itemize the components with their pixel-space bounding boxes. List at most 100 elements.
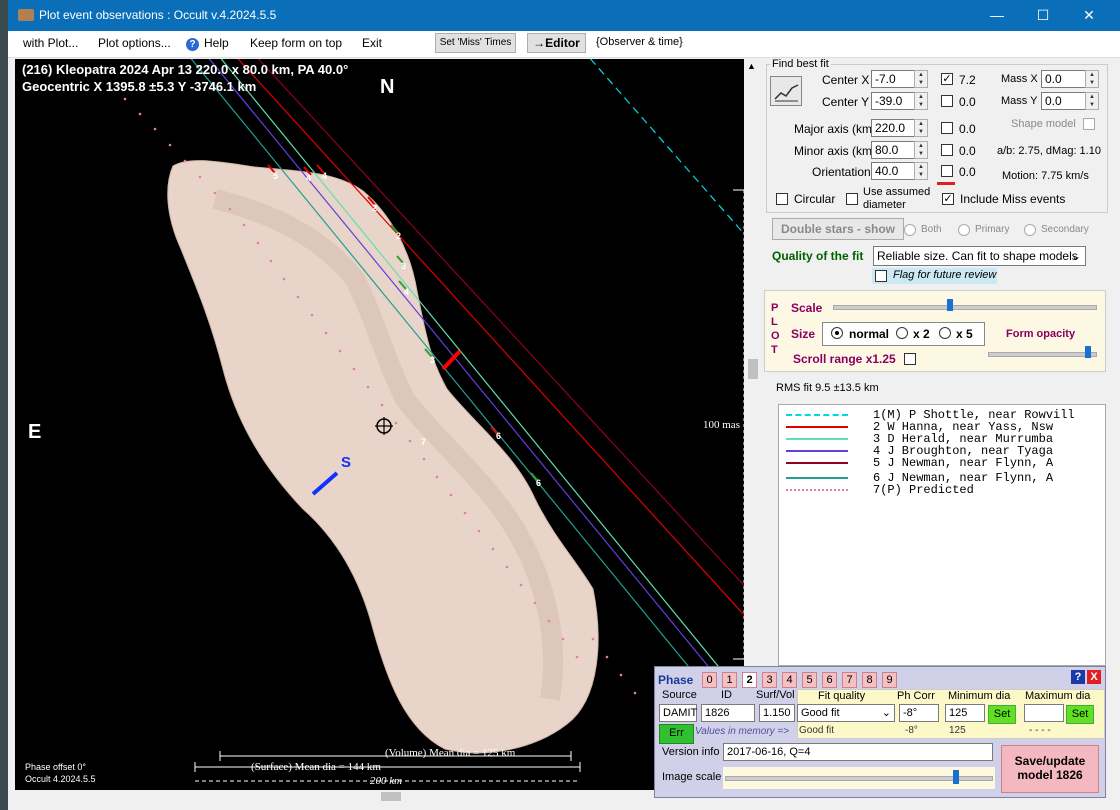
id-input[interactable]: 1826 — [701, 704, 755, 722]
phase-7-button[interactable]: 7 — [842, 672, 857, 688]
size-x2-radio[interactable] — [896, 327, 908, 339]
set-miss-times-button[interactable]: Set 'Miss' Times — [435, 33, 516, 53]
scroll-up-icon[interactable]: ▲ — [747, 61, 756, 71]
center-x-input[interactable]: -7.0 — [871, 70, 916, 88]
minor-axis-checkbox[interactable] — [941, 144, 953, 156]
form-opacity-slider[interactable] — [988, 344, 1097, 362]
plot-area[interactable]: (216) Kleopatra 2024 Apr 13 220.0 x 80.0… — [15, 59, 744, 790]
use-assumed-label2: diameter — [863, 199, 906, 211]
scroll-range-checkbox[interactable] — [904, 353, 916, 365]
size-x5-radio[interactable] — [939, 327, 951, 339]
phase-8-button[interactable]: 8 — [862, 672, 877, 688]
size-label: Size — [791, 327, 816, 341]
chord-label: 3 — [430, 355, 436, 365]
mass-y-input[interactable]: 0.0 — [1041, 92, 1086, 110]
circular-checkbox[interactable] — [776, 193, 788, 205]
flag-review-area[interactable]: Flag for future review — [872, 268, 997, 284]
major-axis-checkbox[interactable] — [941, 122, 953, 134]
double-stars-button[interactable]: Double stars - show — [772, 218, 904, 240]
phase-help-button[interactable]: ? — [1071, 670, 1085, 684]
version-info-input[interactable]: 2017-06-16, Q=4 — [723, 743, 993, 761]
close-icon[interactable]: ✕ — [1066, 0, 1112, 31]
fit-quality-select[interactable]: Good fit ⌄ — [797, 704, 895, 722]
maximize-icon[interactable]: ☐ — [1020, 0, 1066, 31]
legend-row[interactable]: 7(P) Predicted — [779, 483, 1105, 497]
center-x-checkbox[interactable]: ✓ — [941, 73, 953, 85]
scale-slider[interactable] — [833, 297, 1097, 315]
help-icon[interactable]: ? — [186, 36, 199, 51]
min-dia-input[interactable]: 125 — [945, 704, 985, 722]
phase-5-button[interactable]: 5 — [802, 672, 817, 688]
shape-model-checkbox[interactable] — [1083, 118, 1095, 130]
menu-keep-on-top[interactable]: Keep form on top — [250, 36, 342, 50]
phase-9-button[interactable]: 9 — [882, 672, 897, 688]
surface-dia-label: (Surface) Mean dia = 144 km — [251, 761, 381, 773]
center-y-label: Center Y — [822, 95, 870, 109]
both-radio[interactable] — [904, 224, 916, 236]
use-assumed-checkbox[interactable] — [846, 193, 858, 205]
major-axis-input[interactable]: 220.0 — [871, 119, 916, 137]
minimize-icon[interactable]: — — [974, 0, 1020, 31]
mass-x-label: Mass X — [1001, 73, 1038, 85]
max-dia-input[interactable] — [1024, 704, 1064, 722]
max-dia-memory: - - - - — [1029, 725, 1051, 736]
center-y-spinner[interactable]: ▲ ▼ — [914, 92, 928, 110]
orientation-checkbox[interactable] — [941, 165, 953, 177]
source-label: Source — [662, 689, 697, 701]
phase-3-button[interactable]: 3 — [762, 672, 777, 688]
menu-with-plot[interactable]: with Plot... — [23, 36, 78, 50]
max-dia-set-button[interactable]: Set — [1066, 705, 1094, 724]
size-normal-label: normal — [849, 327, 890, 341]
ph-corr-input[interactable]: -8° — [899, 704, 939, 722]
menu-plot-options[interactable]: Plot options... — [98, 36, 171, 50]
minor-axis-spinner[interactable]: ▲ ▼ — [914, 141, 928, 159]
secondary-radio[interactable] — [1024, 224, 1036, 236]
flag-review-checkbox[interactable] — [875, 270, 887, 282]
phase-1-button[interactable]: 1 — [722, 672, 737, 688]
image-scale-thumb[interactable] — [953, 770, 959, 784]
main-window: Plot event observations : Occult v.4.202… — [8, 0, 1120, 810]
source-input[interactable]: DAMIT — [659, 704, 697, 722]
surfvol-input[interactable]: 1.150 — [759, 704, 795, 722]
observer-time-link[interactable]: {Observer & time} — [596, 36, 683, 48]
min-dia-set-button[interactable]: Set — [988, 705, 1016, 724]
plot-header-line1: (216) Kleopatra 2024 Apr 13 220.0 x 80.0… — [22, 62, 349, 77]
mass-x-spinner[interactable]: ▲ ▼ — [1085, 70, 1099, 88]
ph-corr-label: Ph Corr — [897, 690, 935, 702]
menu-help[interactable]: Help — [204, 36, 229, 50]
center-x-spinner[interactable]: ▲ ▼ — [914, 70, 928, 88]
editor-button[interactable]: →Editor — [527, 33, 586, 53]
orientation-input[interactable]: 40.0 — [871, 162, 916, 180]
primary-radio[interactable] — [958, 224, 970, 236]
best-fit-button[interactable] — [770, 76, 802, 106]
hscroll-thumb[interactable] — [381, 792, 401, 801]
mass-x-input[interactable]: 0.0 — [1041, 70, 1086, 88]
center-y-checkbox[interactable] — [941, 95, 953, 107]
quality-fit-select[interactable]: Reliable size. Can fit to shape models ⌄ — [873, 246, 1086, 266]
phase-6-button[interactable]: 6 — [822, 672, 837, 688]
orientation-spinner[interactable]: ▲ ▼ — [914, 162, 928, 180]
phase-0-button[interactable]: 0 — [702, 672, 717, 688]
minor-axis-input[interactable]: 80.0 — [871, 141, 916, 159]
orientation-label: Orientation — [812, 165, 871, 179]
phase-4-button[interactable]: 4 — [782, 672, 797, 688]
err-button[interactable]: Err — [659, 724, 694, 744]
window-title: Plot event observations : Occult v.4.202… — [39, 8, 277, 22]
include-miss-label: Include Miss events — [960, 192, 1066, 206]
size-normal-radio[interactable] — [831, 327, 843, 339]
plot-horizontal-scrollbar[interactable] — [15, 790, 744, 804]
opacity-slider-thumb[interactable] — [1085, 346, 1091, 358]
image-scale-slider[interactable] — [723, 767, 995, 789]
scale-slider-thumb[interactable] — [947, 299, 953, 311]
menu-exit[interactable]: Exit — [362, 36, 382, 50]
mass-y-spinner[interactable]: ▲ ▼ — [1085, 92, 1099, 110]
save-update-model-button[interactable]: Save/update model 1826 — [1001, 745, 1099, 793]
vscroll-thumb[interactable] — [748, 359, 758, 379]
phase-close-button[interactable]: X — [1087, 670, 1101, 684]
major-axis-spinner[interactable]: ▲ ▼ — [914, 119, 928, 137]
observer-legend[interactable]: 1(M) P Shottle, near Rowvill 2 W Hanna, … — [778, 404, 1106, 666]
include-miss-checkbox[interactable]: ✓ — [942, 193, 954, 205]
phase-2-button[interactable]: 2 — [742, 672, 757, 688]
legend-row[interactable]: 5 J Newman, near Flynn, A — [779, 456, 1105, 470]
center-y-input[interactable]: -39.0 — [871, 92, 916, 110]
